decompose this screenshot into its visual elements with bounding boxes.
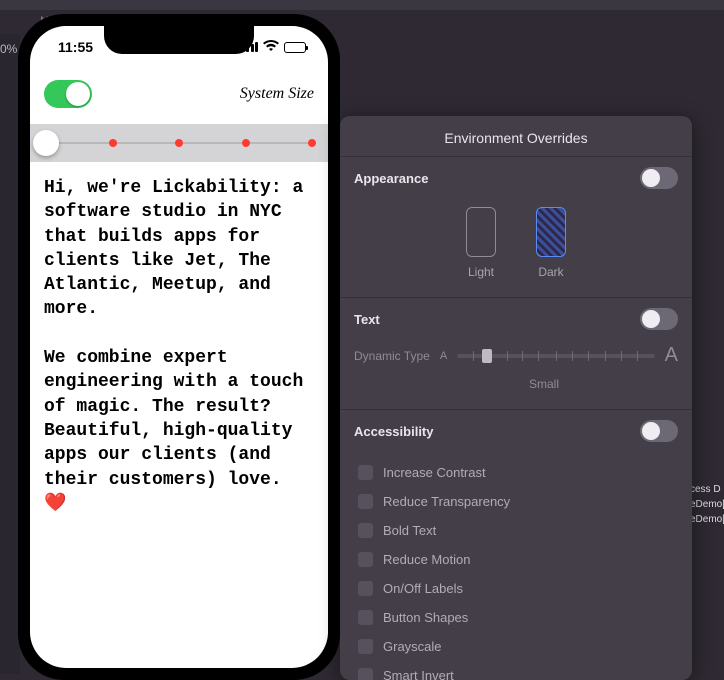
ide-right-line: cess D: [690, 482, 724, 497]
accessibility-option-label: On/Off Labels: [383, 581, 463, 596]
accessibility-toggle[interactable]: [640, 420, 678, 442]
status-time: 11:55: [58, 39, 93, 55]
accessibility-option-label: Grayscale: [383, 639, 442, 654]
appearance-header: Appearance: [340, 157, 692, 199]
slider-thumb[interactable]: [33, 130, 59, 156]
accessibility-option[interactable]: Smart Invert: [354, 661, 678, 680]
appearance-toggle[interactable]: [640, 167, 678, 189]
checkbox[interactable]: [358, 523, 373, 538]
slider-stop: [175, 139, 183, 147]
iphone-simulator: 11:55 System Size H: [18, 14, 340, 680]
accessibility-label: Accessibility: [354, 424, 434, 439]
checkbox[interactable]: [358, 581, 373, 596]
slider-track: [46, 142, 312, 144]
ide-toolbar-bg: [0, 0, 724, 10]
accessibility-header: Accessibility: [340, 410, 692, 452]
dark-mode-icon: [536, 207, 566, 257]
text-size-slider[interactable]: [30, 124, 328, 162]
accessibility-options-list: Increase Contrast Reduce Transparency Bold…: [340, 452, 692, 680]
dynamic-type-label: Dynamic Type: [354, 349, 430, 363]
dynamic-type-value: Small: [410, 377, 678, 391]
accessibility-option[interactable]: Bold Text: [354, 516, 678, 545]
checkbox[interactable]: [358, 639, 373, 654]
accessibility-option-label: Bold Text: [383, 523, 436, 538]
dynamic-type-row: Dynamic Type A A: [354, 344, 678, 367]
text-section: Text Dynamic Type A A Small: [340, 297, 692, 409]
heart-icon: ❤️: [44, 494, 66, 514]
iphone-screen: 11:55 System Size H: [30, 26, 328, 668]
ide-right-line: eDemo[: [690, 497, 724, 512]
appearance-dark-option[interactable]: Dark: [536, 207, 566, 279]
accessibility-option-label: Reduce Transparency: [383, 494, 510, 509]
appearance-section: Appearance Light Dark: [340, 156, 692, 297]
checkbox[interactable]: [358, 494, 373, 509]
wifi-icon: [263, 40, 279, 54]
a-large-icon: A: [665, 344, 678, 367]
accessibility-option[interactable]: On/Off Labels: [354, 574, 678, 603]
battery-icon: [284, 42, 306, 53]
accessibility-option[interactable]: Button Shapes: [354, 603, 678, 632]
paragraph-1: Hi, we're Lickability: a software studio…: [44, 178, 314, 319]
text-toggle[interactable]: [640, 308, 678, 330]
checkbox[interactable]: [358, 668, 373, 680]
text-header: Text: [340, 298, 692, 340]
slider-stop: [308, 139, 316, 147]
ide-gutter: [0, 34, 20, 674]
appearance-label: Appearance: [354, 171, 428, 186]
app-body-text: Hi, we're Lickability: a software studio…: [30, 176, 328, 516]
ide-right-line: eDemo[: [690, 512, 724, 527]
dynamic-type-slider[interactable]: [457, 354, 655, 358]
toggle-knob: [66, 82, 90, 106]
light-mode-icon: [466, 207, 496, 257]
checkbox[interactable]: [358, 610, 373, 625]
dark-mode-label: Dark: [536, 265, 566, 279]
iphone-notch: [104, 26, 254, 54]
accessibility-option-label: Increase Contrast: [383, 465, 486, 480]
appearance-options: Light Dark: [340, 199, 692, 297]
accessibility-option-label: Reduce Motion: [383, 552, 470, 567]
accessibility-option-label: Button Shapes: [383, 610, 468, 625]
accessibility-section: Accessibility Increase Contrast Reduce Tr…: [340, 409, 692, 680]
accessibility-option[interactable]: Increase Contrast: [354, 458, 678, 487]
slider-stop: [109, 139, 117, 147]
panel-title: Environment Overrides: [340, 116, 692, 156]
checkbox[interactable]: [358, 552, 373, 567]
app-top-bar: System Size: [30, 68, 328, 118]
accessibility-option[interactable]: Grayscale: [354, 632, 678, 661]
appearance-light-option[interactable]: Light: [466, 207, 496, 279]
a-small-icon: A: [440, 350, 447, 362]
paragraph-2: We combine expert engineering with a tou…: [44, 348, 314, 489]
system-size-label: System Size: [240, 85, 314, 103]
accessibility-option[interactable]: Reduce Transparency: [354, 487, 678, 516]
accessibility-option-label: Smart Invert: [383, 668, 454, 680]
ide-zoom-label: 0%: [0, 42, 17, 56]
system-size-toggle[interactable]: [44, 80, 92, 108]
environment-overrides-panel: Environment Overrides Appearance Light D…: [340, 116, 692, 680]
dynamic-type-thumb[interactable]: [482, 349, 492, 363]
light-mode-label: Light: [466, 265, 496, 279]
slider-stop: [242, 139, 250, 147]
ide-right-fragment: cess D eDemo[ eDemo[: [690, 482, 724, 542]
accessibility-option[interactable]: Reduce Motion: [354, 545, 678, 574]
text-label: Text: [354, 312, 380, 327]
text-body: Dynamic Type A A Small: [340, 340, 692, 409]
checkbox[interactable]: [358, 465, 373, 480]
